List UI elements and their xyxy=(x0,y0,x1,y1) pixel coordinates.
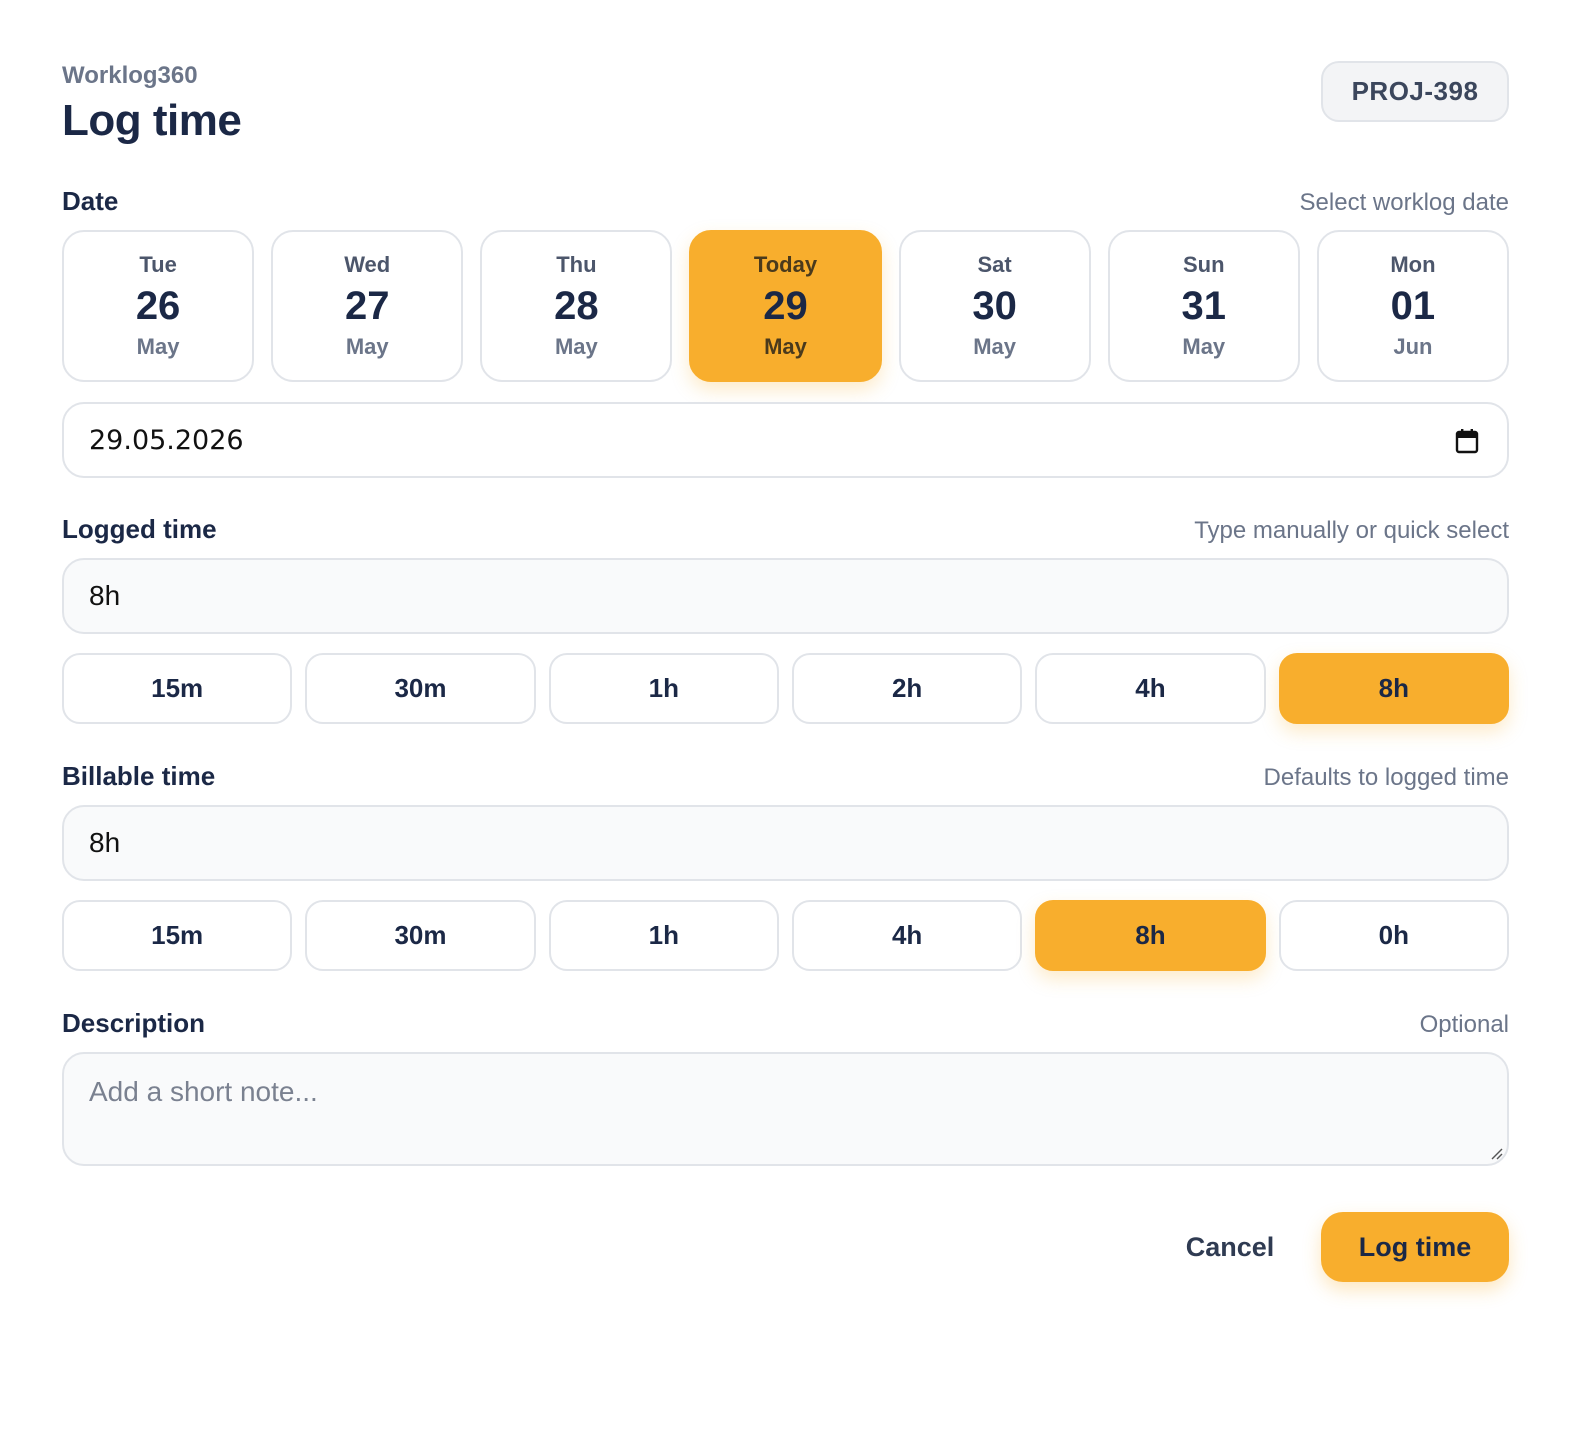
app-name: Worklog360 xyxy=(62,62,198,89)
description-placeholder: Add a short note... xyxy=(89,1076,318,1107)
day-month: Jun xyxy=(1393,334,1433,359)
day-weekday: Sat xyxy=(977,252,1012,277)
day-month: May xyxy=(973,334,1017,359)
date-picker-strip: Tue 26 May Wed 27 May Thu 28 May Today 2… xyxy=(62,230,1509,382)
description-textarea[interactable]: Add a short note... xyxy=(62,1052,1509,1166)
day-number: 26 xyxy=(135,284,181,328)
day-number: 01 xyxy=(1390,284,1436,328)
description-label: Description xyxy=(62,1008,206,1038)
billable-chip-4h[interactable]: 4h xyxy=(791,900,1023,971)
day-month: May xyxy=(554,334,598,359)
billable-time-quick-select: 15m 30m 1h 4h 8h 0h xyxy=(62,900,1509,971)
billable-chip-0h[interactable]: 0h xyxy=(1278,900,1509,971)
day-number: 31 xyxy=(1181,284,1227,328)
day-option[interactable]: Sat 30 May xyxy=(898,230,1091,382)
day-number: 30 xyxy=(972,284,1017,328)
date-label: Date xyxy=(62,186,119,216)
cancel-button[interactable]: Cancel xyxy=(1168,1212,1292,1282)
logged-chip-2h[interactable]: 2h xyxy=(791,653,1023,724)
day-month: May xyxy=(764,334,807,359)
day-option[interactable]: Wed 27 May xyxy=(271,230,464,382)
billable-chip-1h[interactable]: 1h xyxy=(548,900,779,971)
resize-handle-icon[interactable] xyxy=(1489,1146,1503,1160)
day-weekday: Tue xyxy=(139,252,177,277)
billable-time-value: 8h xyxy=(89,827,121,858)
day-weekday: Today xyxy=(753,252,818,277)
day-number: 28 xyxy=(554,284,599,328)
day-option-selected[interactable]: Today 29 May xyxy=(689,230,882,382)
issue-key-badge: PROJ-398 xyxy=(1321,61,1509,122)
logged-time-value: 8h xyxy=(89,580,121,611)
day-number: 29 xyxy=(763,284,808,328)
day-weekday: Sun xyxy=(1182,252,1225,277)
logged-chip-15m[interactable]: 15m xyxy=(62,653,293,724)
day-number: 27 xyxy=(344,284,390,328)
billable-time-input[interactable]: 8h xyxy=(62,805,1509,881)
page-title: Log time xyxy=(62,96,242,145)
logged-time-quick-select: 15m 30m 1h 2h 4h 8h xyxy=(62,653,1509,724)
logged-chip-30m[interactable]: 30m xyxy=(305,653,536,724)
day-month: May xyxy=(345,334,389,359)
day-option[interactable]: Tue 26 May xyxy=(62,230,255,382)
day-weekday: Wed xyxy=(344,252,391,277)
billable-chip-15m[interactable]: 15m xyxy=(62,900,293,971)
day-month: May xyxy=(1182,334,1226,359)
logged-time-input[interactable]: 8h xyxy=(62,558,1509,634)
billable-chip-8h-selected[interactable]: 8h xyxy=(1035,900,1266,971)
billable-time-hint: Defaults to logged time xyxy=(1263,764,1509,791)
logged-chip-4h[interactable]: 4h xyxy=(1035,653,1266,724)
description-hint: Optional xyxy=(1419,1011,1509,1038)
log-time-button[interactable]: Log time xyxy=(1321,1212,1509,1282)
day-option[interactable]: Thu 28 May xyxy=(480,230,673,382)
day-option[interactable]: Sun 31 May xyxy=(1107,230,1300,382)
calendar-icon[interactable] xyxy=(1455,428,1479,454)
billable-chip-30m[interactable]: 30m xyxy=(305,900,536,971)
date-hint: Select worklog date xyxy=(1299,189,1509,216)
day-weekday: Mon xyxy=(1390,252,1436,277)
date-input-value: 29.05.2026 xyxy=(89,424,244,456)
date-input[interactable]: 29.05.2026 xyxy=(62,402,1509,478)
billable-time-label: Billable time xyxy=(62,761,216,791)
day-weekday: Thu xyxy=(556,252,597,277)
logged-chip-1h[interactable]: 1h xyxy=(548,653,779,724)
logged-chip-8h-selected[interactable]: 8h xyxy=(1278,653,1509,724)
logged-time-hint: Type manually or quick select xyxy=(1194,517,1509,544)
day-option[interactable]: Mon 01 Jun xyxy=(1316,230,1509,382)
logged-time-label: Logged time xyxy=(62,514,217,544)
day-month: May xyxy=(136,334,180,359)
